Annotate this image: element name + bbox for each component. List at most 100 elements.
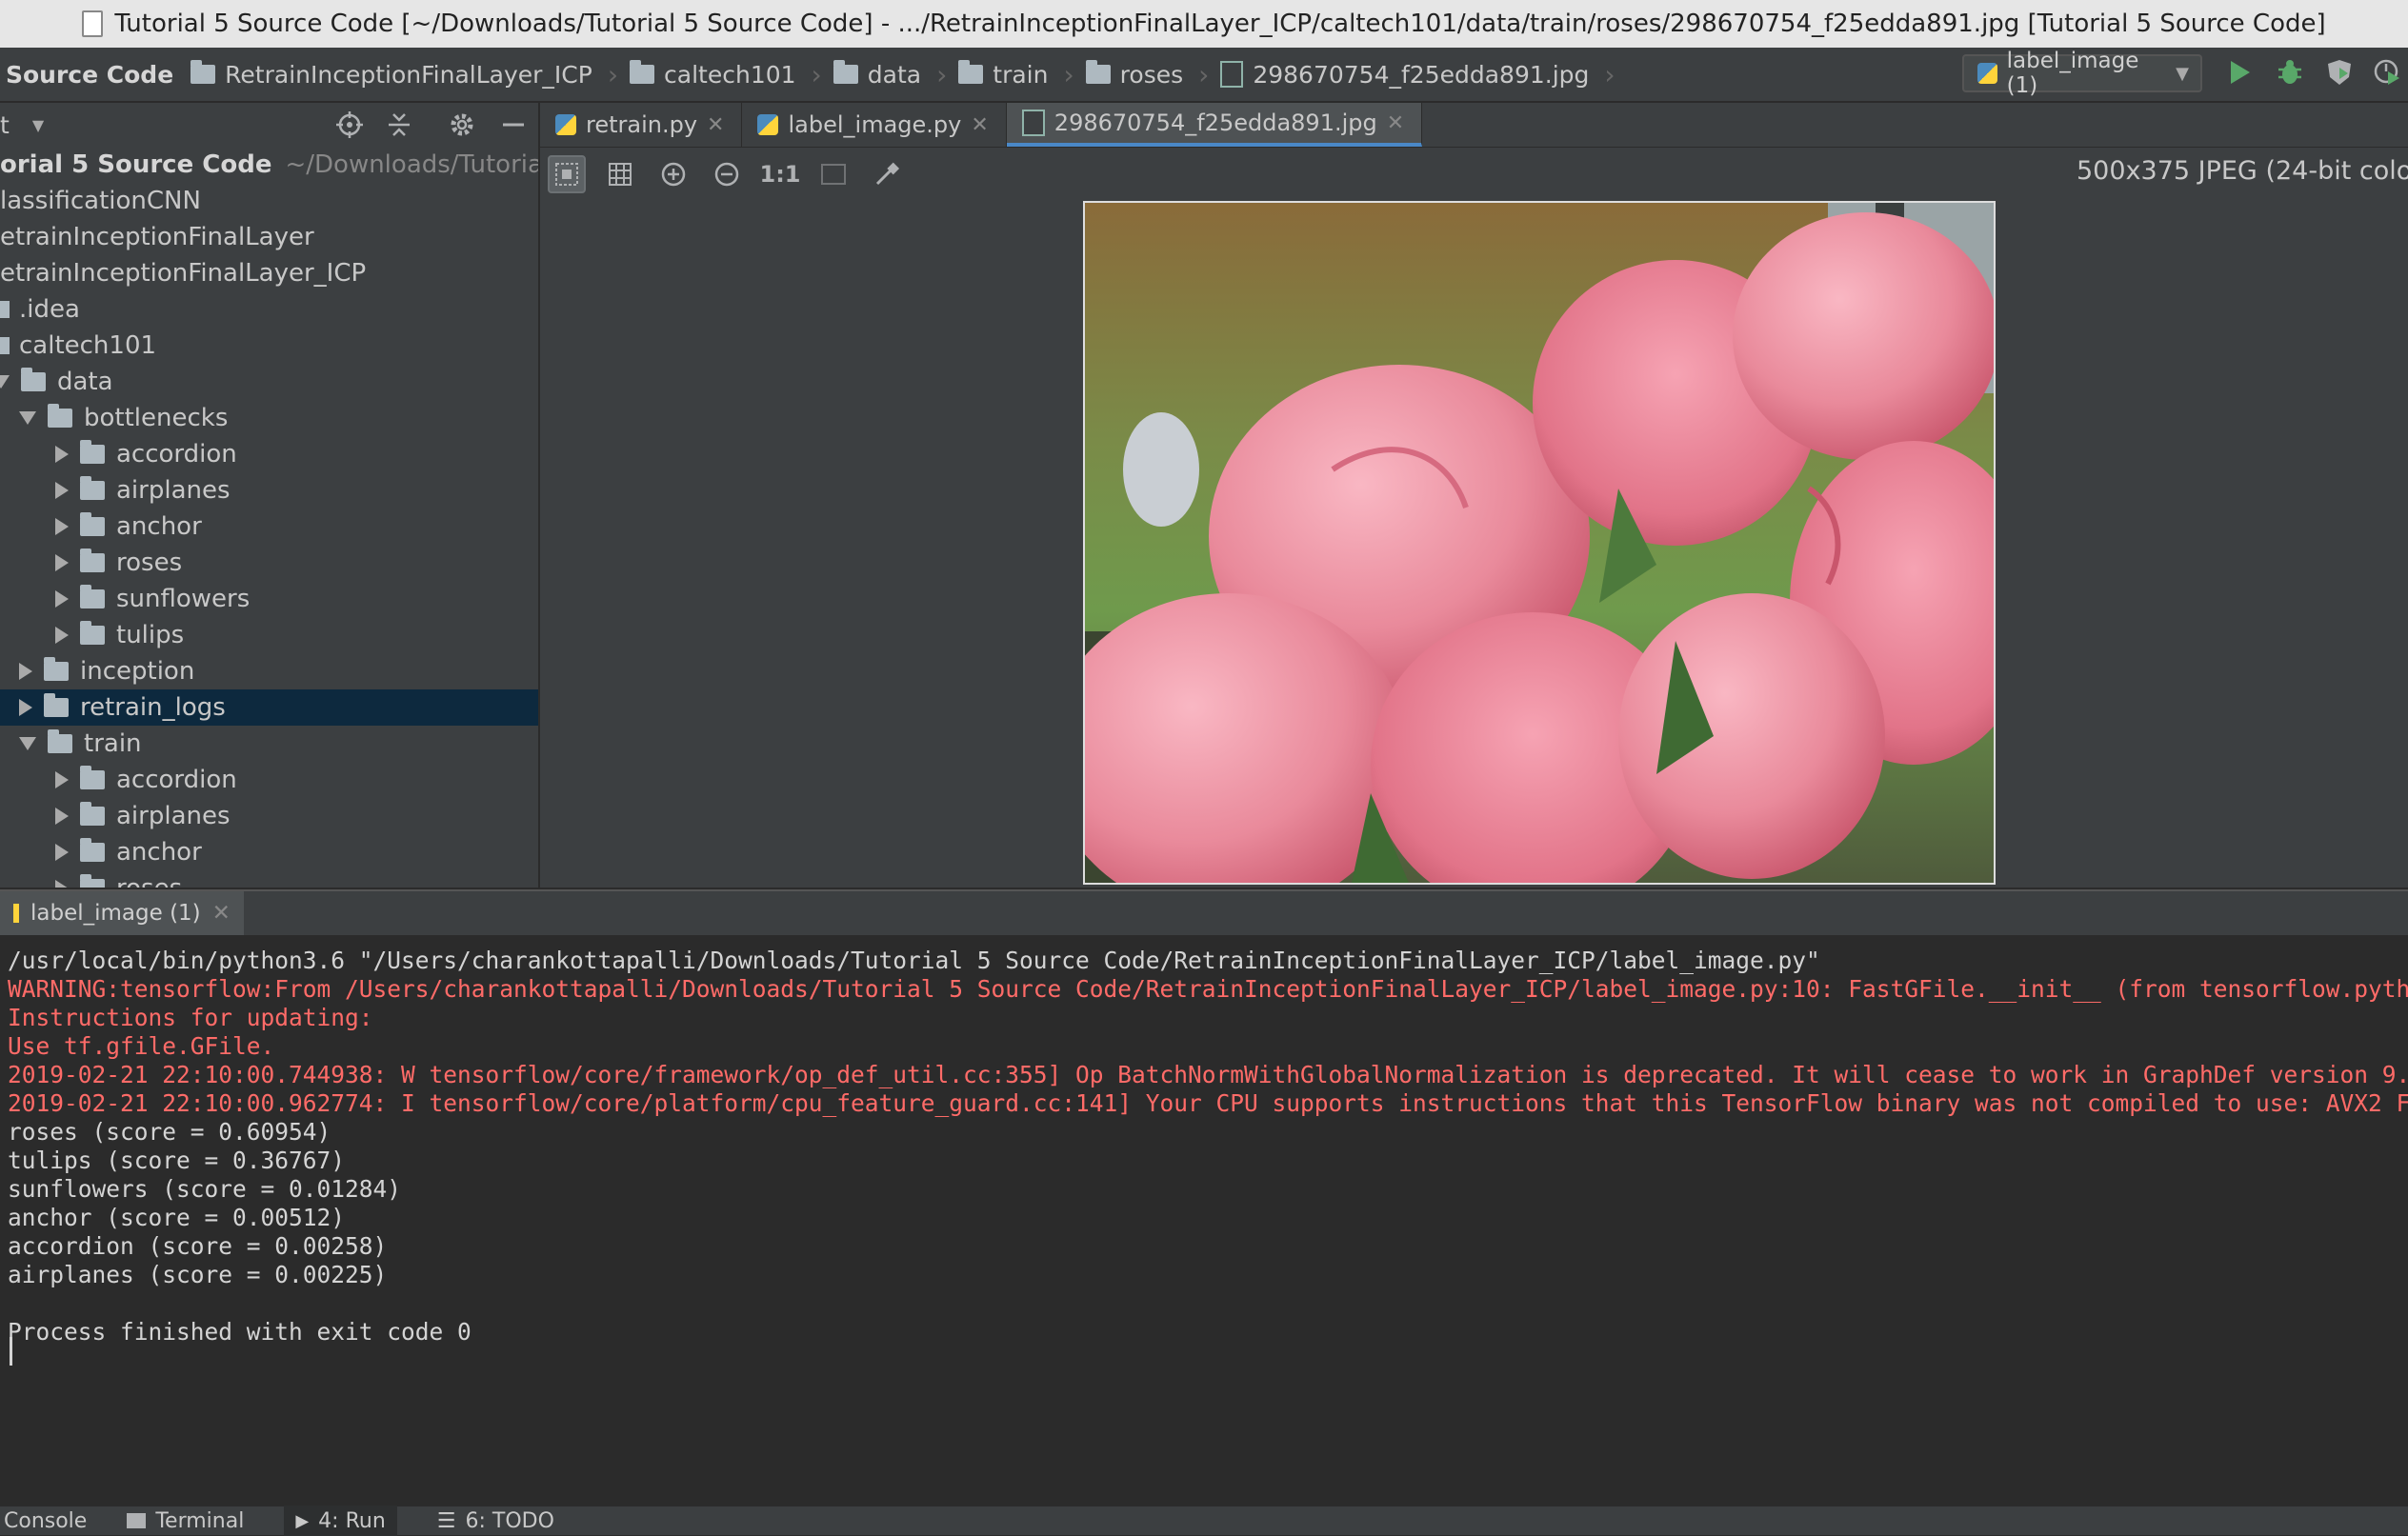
- breadcrumb-item-caltech101[interactable]: caltech101 ›: [630, 59, 822, 90]
- grid-icon[interactable]: [601, 155, 639, 193]
- debug-button[interactable]: [2275, 57, 2305, 88]
- tree-item-label: etrainInceptionFinalLayer_ICP: [0, 259, 367, 288]
- folder-icon: [80, 621, 105, 645]
- tree-item-train-accordion[interactable]: accordion: [0, 762, 538, 798]
- dropdown-arrow-icon[interactable]: ▼: [32, 116, 44, 134]
- breadcrumb-label: Source Code: [6, 60, 174, 89]
- run-button[interactable]: [2225, 57, 2256, 88]
- tab-label-image-py[interactable]: label_image.py ✕: [742, 103, 1007, 147]
- console-line: airplanes (score = 0.00225): [8, 1261, 388, 1288]
- collapse-arrow-icon[interactable]: [55, 446, 69, 463]
- project-view-label[interactable]: t: [0, 111, 10, 139]
- tree-item-bottlenecks[interactable]: bottlenecks: [0, 400, 538, 436]
- collapse-arrow-icon[interactable]: [55, 554, 69, 571]
- minimize-icon[interactable]: [501, 110, 526, 145]
- gear-icon[interactable]: [448, 110, 476, 145]
- tab-image-file[interactable]: 298670754_f25edda891.jpg ✕: [1006, 103, 1423, 147]
- folder-icon: [80, 838, 105, 862]
- breadcrumb-item-data[interactable]: data ›: [833, 58, 948, 90]
- run-config-select[interactable]: label_image (1) ▼: [1962, 49, 2202, 98]
- dropdown-arrow-icon: ▼: [2176, 63, 2189, 84]
- tool-window-bar: Console Terminal ▶ 4: Run ☰ 6: TODO: [0, 1505, 2408, 1536]
- tree-item-train-roses[interactable]: roses: [0, 870, 538, 888]
- folder-icon: [80, 766, 105, 789]
- tab-console[interactable]: Console: [4, 1509, 87, 1533]
- project-panel-header: t ▼: [0, 103, 538, 147]
- tree-item-train-anchor[interactable]: anchor: [0, 834, 538, 870]
- tree-item-bottlenecks-airplanes[interactable]: airplanes: [0, 472, 538, 509]
- close-icon[interactable]: ✕: [971, 113, 988, 137]
- run-tab-label-image[interactable]: label_image (1) ✕: [0, 891, 244, 935]
- tree-item-classificationcnn[interactable]: lassificationCNN: [0, 183, 538, 219]
- breadcrumb-item-file[interactable]: 298670754_f25edda891.jpg ›: [1220, 59, 1615, 90]
- console-output[interactable]: /usr/local/bin/python3.6 "/Users/charank…: [0, 935, 2408, 1503]
- tree-item-caltech101[interactable]: caltech101: [0, 328, 538, 364]
- tab-retrain-py[interactable]: retrain.py ✕: [540, 103, 743, 147]
- tree-item-label: accordion: [116, 440, 237, 469]
- collapse-arrow-icon[interactable]: [55, 880, 69, 888]
- collapse-arrow-icon[interactable]: [55, 808, 69, 825]
- expand-arrow-icon[interactable]: [19, 737, 36, 750]
- expand-arrow-icon[interactable]: [0, 375, 10, 389]
- breadcrumb-item-retrain-icp[interactable]: RetrainInceptionFinalLayer_ICP ›: [191, 59, 618, 90]
- console-line: /usr/local/bin/python3.6 "/Users/charank…: [8, 947, 1820, 974]
- tree-item-label: etrainInceptionFinalLayer: [0, 223, 314, 251]
- tree-item-bottlenecks-roses[interactable]: roses: [0, 545, 538, 581]
- breadcrumb-item-train[interactable]: train ›: [958, 59, 1074, 90]
- breadcrumb-item-project[interactable]: Source Code: [6, 61, 173, 89]
- collapse-arrow-icon[interactable]: [55, 482, 69, 499]
- tree-item-retrain-logs[interactable]: retrain_logs: [0, 689, 538, 726]
- list-icon: ☰: [436, 1508, 456, 1533]
- profile-button[interactable]: [2372, 57, 2402, 88]
- collapse-arrow-icon[interactable]: [55, 627, 69, 644]
- fit-zoom-icon[interactable]: [548, 154, 586, 193]
- collapse-arrow-icon[interactable]: [19, 663, 32, 680]
- tab-run[interactable]: ▶ 4: Run: [284, 1506, 397, 1536]
- tree-item-retrain-final-layer[interactable]: etrainInceptionFinalLayer: [0, 219, 538, 255]
- folder-icon: [833, 60, 858, 84]
- collapse-all-icon[interactable]: [385, 110, 413, 145]
- close-icon[interactable]: ✕: [212, 901, 231, 926]
- collapse-arrow-icon[interactable]: [55, 844, 69, 861]
- tree-item-train-airplanes[interactable]: airplanes: [0, 798, 538, 834]
- collapse-arrow-icon[interactable]: [19, 699, 32, 716]
- tree-item-inception[interactable]: inception: [0, 653, 538, 689]
- tab-todo[interactable]: ☰ 6: TODO: [437, 1509, 554, 1533]
- breadcrumb-item-roses[interactable]: roses ›: [1085, 59, 1209, 90]
- folder-icon: [80, 549, 105, 572]
- tree-item-label: airplanes: [116, 476, 231, 505]
- fit-to-window-icon[interactable]: [814, 155, 853, 193]
- actual-size-button[interactable]: 1:1: [760, 155, 801, 193]
- tree-item-idea[interactable]: .idea: [0, 291, 538, 328]
- tree-item-label: retrain_logs: [80, 693, 226, 722]
- tree-item-label: anchor: [116, 512, 202, 541]
- zoom-in-icon[interactable]: [654, 155, 692, 193]
- tree-item-bottlenecks-accordion[interactable]: accordion: [0, 436, 538, 472]
- tree-item-data[interactable]: data: [0, 364, 538, 400]
- tree-item-train[interactable]: train: [0, 726, 538, 762]
- locate-icon[interactable]: [335, 110, 364, 145]
- collapse-arrow-icon[interactable]: [55, 518, 69, 535]
- tree-item-label: anchor: [116, 838, 202, 867]
- chevron-right-icon: ›: [607, 58, 619, 90]
- collapse-arrow-icon[interactable]: [55, 590, 69, 608]
- tree-item-bottlenecks-tulips[interactable]: tulips: [0, 617, 538, 653]
- tree-item-bottlenecks-sunflowers[interactable]: sunflowers: [0, 581, 538, 617]
- tab-terminal[interactable]: Terminal: [127, 1509, 244, 1533]
- folder-icon: [80, 476, 105, 500]
- tab-label: label_image.py: [788, 111, 962, 138]
- run-config-label: label_image (1): [2006, 49, 2139, 98]
- zoom-out-icon[interactable]: [708, 155, 746, 193]
- chevron-right-icon: ›: [936, 58, 948, 90]
- run-with-coverage-button[interactable]: [2324, 57, 2355, 88]
- tree-item-retrain-final-layer-icp[interactable]: etrainInceptionFinalLayer_ICP: [0, 255, 538, 291]
- close-icon[interactable]: ✕: [707, 113, 724, 137]
- console-line: accordion (score = 0.00258): [8, 1232, 388, 1260]
- color-picker-icon[interactable]: [868, 155, 906, 193]
- close-icon[interactable]: ✕: [1387, 111, 1404, 135]
- tree-item-bottlenecks-anchor[interactable]: anchor: [0, 509, 538, 545]
- expand-arrow-icon[interactable]: [19, 411, 36, 425]
- collapse-arrow-icon[interactable]: [55, 771, 69, 788]
- python-file-icon: [757, 114, 779, 135]
- tree-item-root[interactable]: orial 5 Source Code ~/Downloads/Tutorial…: [0, 147, 538, 183]
